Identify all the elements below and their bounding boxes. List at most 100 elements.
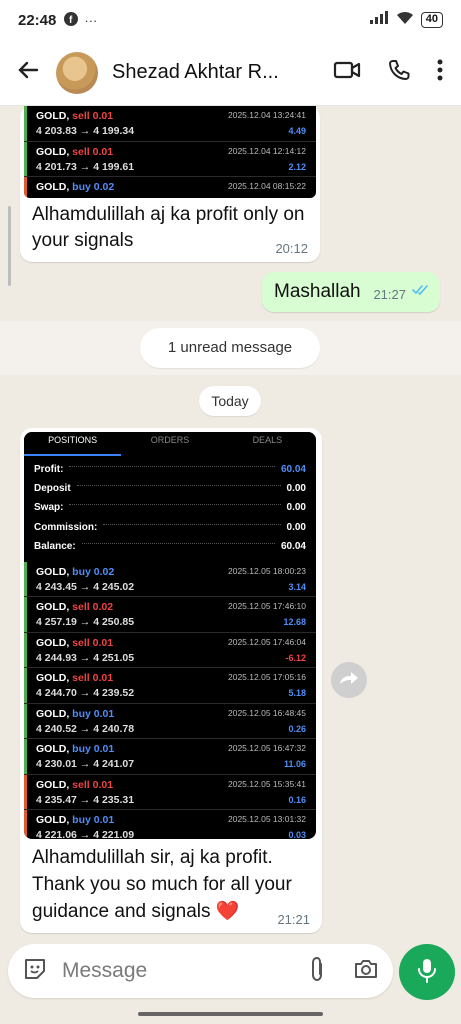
dotted-leader — [103, 523, 281, 525]
trade-direction: buy 0.01 — [72, 814, 115, 827]
summary-label: Commission: — [34, 521, 98, 533]
summary-row: Commission: 0.00 — [34, 518, 306, 537]
trade-prices: 4 203.83 → 4 199.34 — [36, 125, 135, 137]
trade-prices: 4 244.93 → 4 251.05 — [36, 651, 135, 664]
trade-profit: -0.12 — [285, 197, 306, 198]
double-check-icon — [412, 283, 430, 301]
home-indicator[interactable] — [138, 1012, 323, 1016]
trade-direction: buy 0.01 — [72, 743, 115, 756]
trade-profit: 11.06 — [283, 759, 306, 770]
trade-row: GOLD, sell 0.01 2025.12.05 15:35:41 4 235.… — [24, 774, 316, 811]
trade-direction: buy 0.02 — [72, 565, 115, 578]
trade-status-bar — [24, 810, 27, 839]
trade-symbol: GOLD, — [36, 565, 70, 578]
trade-symbol: GOLD, — [36, 636, 70, 649]
trade-prices: 4 244.70 → 4 239.52 — [36, 687, 135, 700]
trade-direction: sell 0.02 — [72, 601, 114, 614]
summary-label: Profit: — [34, 464, 64, 476]
trade-date: 2025.12.04 12:14:12 — [228, 145, 306, 156]
message-time: 21:21 — [277, 912, 310, 927]
trade-status-bar — [24, 739, 27, 774]
back-button[interactable] — [0, 59, 56, 86]
contact-name[interactable]: Shezad Akhtar R... — [112, 61, 294, 84]
tab-positions: POSITIONS — [24, 432, 122, 456]
battery-icon: 40 — [420, 12, 443, 28]
trade-profit: 4.49 — [288, 126, 306, 136]
forward-icon — [338, 670, 360, 691]
trade-status-bar — [24, 141, 27, 176]
trade-symbol: GOLD, — [36, 672, 70, 685]
camera-icon[interactable] — [353, 958, 379, 985]
summary-value: 0.00 — [286, 521, 306, 533]
tab-deals: DEALS — [252, 435, 283, 445]
trade-prices: 4 243.45 → 4 245.02 — [36, 580, 135, 593]
arrow-left-icon — [17, 59, 39, 86]
summary-row: Profit: 60.04 — [34, 460, 306, 479]
trade-date: 2025.12.05 17:05:16 — [228, 672, 306, 683]
scrollbar[interactable] — [8, 206, 11, 286]
avatar[interactable] — [56, 51, 98, 94]
incoming-message[interactable]: GOLD, sell 0.01 2025.12.04 13:24:41 4 203.… — [20, 106, 320, 262]
trade-date: 2025.12.05 17:46:04 — [228, 636, 306, 647]
trade-symbol: GOLD, — [36, 778, 70, 791]
summary-label: Deposit — [34, 483, 71, 495]
phone-icon[interactable] — [387, 58, 411, 87]
trade-status-bar — [24, 632, 27, 668]
trade-prices: 4 221.06 → 4 221.09 — [36, 829, 135, 839]
trade-list: GOLD, buy 0.02 2025.12.05 18:00:23 4 243.4… — [24, 561, 316, 839]
trade-row: GOLD, buy 0.01 2025.12.05 16:48:45 4 240.5… — [24, 703, 316, 740]
chat-header: Shezad Akhtar R... — [0, 40, 461, 106]
trade-profit: 0.16 — [288, 794, 306, 805]
trade-status-bar — [24, 106, 27, 141]
trade-date: 2025.12.05 17:46:10 — [228, 601, 306, 612]
trade-symbol: GOLD, — [36, 145, 70, 158]
trade-direction: buy 0.01 — [72, 707, 115, 720]
message-input[interactable]: Message — [8, 944, 393, 998]
trade-date: 2025.12.04 08:15:22 — [228, 181, 306, 191]
trade-profit: 5.18 — [288, 688, 306, 699]
summary-label: Balance: — [34, 540, 76, 552]
trade-direction: sell 0.01 — [72, 110, 114, 122]
dotted-leader — [76, 485, 281, 487]
trade-prices: 4 235.47 → 4 235.31 — [36, 793, 135, 806]
trade-date: 2025.12.05 18:00:23 — [228, 565, 306, 576]
outgoing-message[interactable]: Mashallah 21:27 — [262, 272, 440, 312]
trade-prices: 4 240.52 → 4 240.78 — [36, 722, 135, 735]
trade-status-bar — [24, 668, 27, 703]
summary-value: 0.00 — [286, 502, 306, 514]
signal-icon — [369, 11, 389, 29]
message-text: Mashallah — [274, 281, 361, 302]
more-vert-icon[interactable] — [437, 59, 443, 86]
trade-symbol: GOLD, — [36, 601, 70, 614]
paperclip-icon[interactable] — [309, 956, 325, 987]
sticker-icon[interactable] — [22, 956, 48, 987]
trade-screenshot[interactable]: GOLD, sell 0.01 2025.12.04 13:24:41 4 203.… — [24, 106, 316, 198]
trade-status-bar — [24, 703, 27, 739]
unread-message-pill: 1 unread message — [140, 328, 320, 368]
message-time: 20:12 — [275, 241, 308, 256]
trade-symbol: GOLD, — [36, 181, 70, 193]
chat-area[interactable]: GOLD, sell 0.01 2025.12.04 13:24:41 4 203.… — [0, 106, 461, 938]
trade-row: GOLD, sell 0.02 2025.12.05 17:46:10 4 257.… — [24, 597, 316, 633]
trade-status-bar — [24, 597, 27, 632]
trade-row: GOLD, buy 0.01 2025.12.05 13:01:32 4 221.0… — [24, 810, 316, 839]
incoming-message[interactable]: POSITIONS ORDERS DEALS Profit: 60.04 Depos… — [20, 428, 322, 933]
trade-tabs: POSITIONS ORDERS DEALS — [24, 432, 316, 456]
facebook-icon: f — [64, 11, 79, 29]
voice-message-button[interactable] — [399, 944, 455, 1000]
status-bar: 22:48 f ··· 40 — [0, 0, 461, 40]
trade-date: 2025.12.05 13:01:32 — [228, 814, 306, 825]
trade-screenshot[interactable]: POSITIONS ORDERS DEALS Profit: 60.04 Depos… — [24, 432, 316, 839]
dotted-leader — [69, 466, 275, 468]
forward-button[interactable] — [331, 662, 367, 698]
trade-date: 2025.12.05 16:48:45 — [228, 707, 306, 718]
trade-profit: 0.03 — [288, 830, 306, 839]
wifi-icon — [395, 11, 415, 29]
trade-status-bar — [24, 774, 27, 810]
trade-profit: -6.12 — [285, 652, 306, 663]
trade-date: 2025.12.05 15:35:41 — [228, 778, 306, 789]
message-time: 21:27 — [373, 287, 406, 302]
trade-prices: 4 257.19 → 4 250.85 — [36, 616, 135, 629]
mic-icon — [417, 957, 437, 988]
video-call-icon[interactable] — [333, 59, 361, 86]
